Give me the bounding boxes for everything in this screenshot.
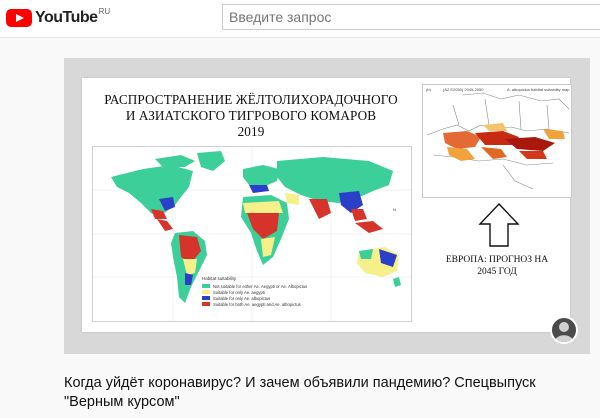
masthead: YouTube RU	[0, 0, 600, 38]
logo-region: RU	[98, 6, 111, 16]
legend-swatch	[202, 284, 210, 288]
video-player[interactable]: РАСПРОСТРАНЕНИЕ ЖЁЛТОЛИХОРАДОЧНОГО И АЗИ…	[64, 58, 590, 354]
legend-swatch	[202, 296, 210, 300]
legend-item: Suitable for both Ae. aegypti and Ae. al…	[202, 301, 307, 307]
europe-caption-line2: 2045 ГОД	[477, 267, 517, 277]
europe-caption-line1: ЕВРОПА: ПРОГНОЗ НА	[445, 255, 549, 265]
legend-label: Suitable for both Ae. aegypti and Ae. al…	[213, 301, 301, 307]
video-title[interactable]: Когда уйдёт коронавирус? И зачем объявил…	[64, 374, 584, 412]
up-arrow-icon	[478, 202, 520, 247]
slide-title-line2: И АЗИАТСКОГО ТИГРОВОГО КОМАРОВ	[125, 108, 377, 123]
legend-label: Suitable for only Ae. aegypti	[213, 289, 265, 295]
slide-title: РАСПРОСТРАНЕНИЕ ЖЁЛТОЛИХОРАДОЧНОГО И АЗИ…	[88, 92, 414, 140]
map-legend: Habitat suitability Not suitable for eit…	[202, 276, 307, 307]
legend-title: Habitat suitability	[202, 276, 237, 281]
youtube-play-icon	[6, 9, 32, 27]
slide-year: 2019	[237, 124, 265, 139]
legend-swatch	[202, 290, 210, 294]
logo-text: YouTube	[35, 9, 98, 26]
video-frame-slide: РАСПРОСТРАНЕНИЕ ЖЁЛТОЛИХОРАДОЧНОГО И АЗИ…	[82, 78, 572, 332]
inset-title: (A2 E2050) 2045-2050	[443, 87, 484, 92]
europe-forecast-map: (b) (A2 E2050) 2045-2050 A. albopictus h…	[422, 84, 572, 198]
legend-swatch	[202, 302, 210, 306]
inset-panel-label: (b)	[426, 87, 431, 92]
inset-legend-label: A. albopictus habitat suitability map	[507, 87, 570, 92]
slide-title-line1: РАСПРОСТРАНЕНИЕ ЖЁЛТОЛИХОРАДОЧНОГО	[104, 92, 398, 107]
legend-item: Not suitable for either Ae. Aegypti or A…	[202, 283, 307, 289]
search-input[interactable]	[222, 4, 600, 30]
legend-label: Suitable for only Ae. albopictus	[213, 295, 271, 301]
europe-forecast-caption: ЕВРОПА: ПРОГНОЗ НА 2045 ГОД	[438, 254, 556, 278]
channel-avatar[interactable]	[550, 316, 578, 344]
user-silhouette-icon	[554, 322, 574, 342]
youtube-logo[interactable]: YouTube RU	[6, 6, 110, 30]
europe-map-graphic	[426, 92, 570, 190]
map-compass-label: N	[393, 207, 396, 212]
legend-label: Not suitable for either Ae. Aegypti or A…	[213, 283, 308, 289]
